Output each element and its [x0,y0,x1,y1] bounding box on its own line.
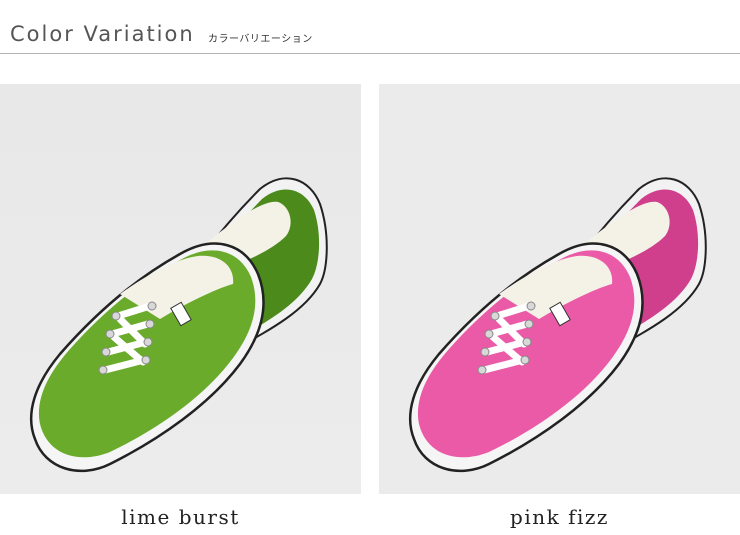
variant-caption-pink-fizz: pink fizz [510,505,609,529]
page-header: Color Variation カラーバリエーション [0,0,740,56]
page-subtitle: カラーバリエーション [208,34,313,45]
shoe-image-pink [379,84,740,494]
variant-caption-lime-burst: lime burst [121,505,240,529]
header-divider [0,53,740,54]
product-image-lime-burst[interactable] [0,84,361,494]
product-image-pink-fizz[interactable] [379,84,740,494]
page-title: Color Variation [10,22,195,46]
shoe-image-lime [0,84,361,494]
